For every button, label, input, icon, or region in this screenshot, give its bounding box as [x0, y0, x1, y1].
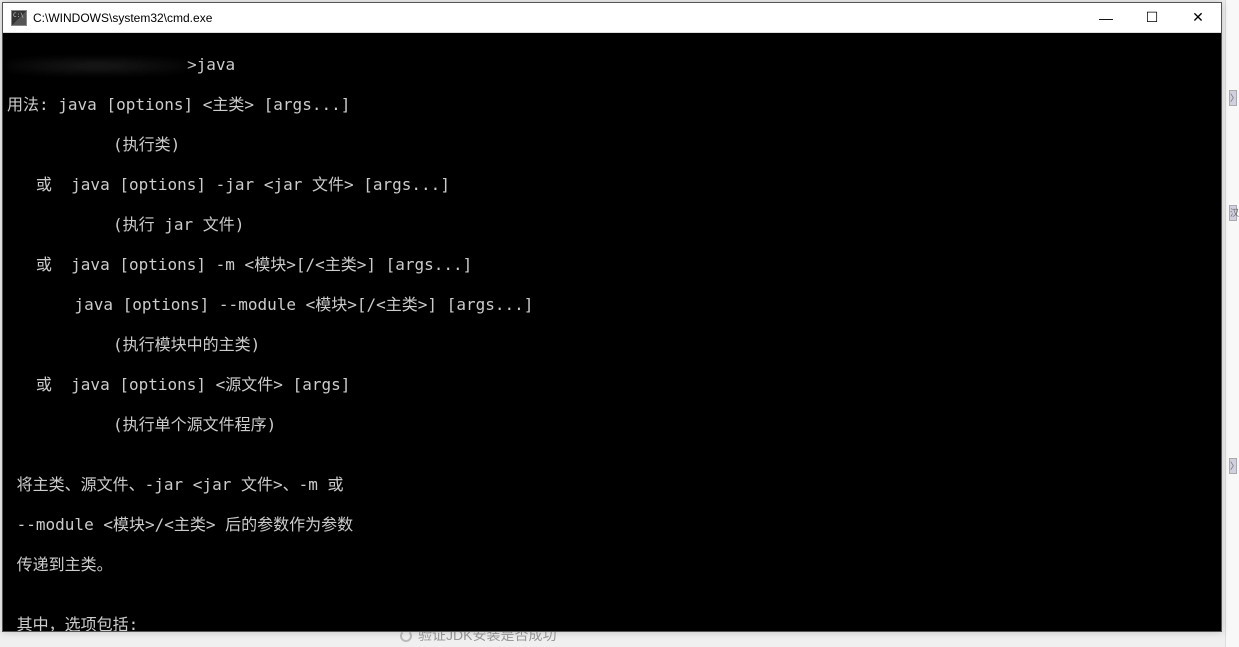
console-line: (执行 jar 文件)	[7, 215, 1217, 235]
edge-marker: 〉	[1229, 90, 1237, 106]
console-output[interactable]: >java 用法: java [options] <主类> [args...] …	[3, 33, 1221, 631]
close-button[interactable]: ✕	[1175, 3, 1221, 32]
window-title: C:\WINDOWS\system32\cmd.exe	[33, 11, 1083, 25]
console-line: (执行模块中的主类)	[7, 335, 1217, 355]
edge-marker: 〉	[1229, 458, 1237, 474]
background-right-edge: 〉 汉 〉	[1225, 0, 1239, 647]
console-line: java [options] --module <模块>[/<主类>] [arg…	[7, 295, 1217, 315]
console-line: 或 java [options] <源文件> [args]	[7, 375, 1217, 395]
console-line: 传递到主类。	[7, 555, 1217, 575]
redacted-path	[7, 57, 187, 75]
console-line: 或 java [options] -jar <jar 文件> [args...]	[7, 175, 1217, 195]
cmd-window: C:\WINDOWS\system32\cmd.exe — ☐ ✕ >java …	[2, 2, 1222, 632]
console-line: 用法: java [options] <主类> [args...]	[7, 95, 1217, 115]
window-controls: — ☐ ✕	[1083, 3, 1221, 32]
console-prompt-line: >java	[7, 55, 1217, 75]
console-line: (执行类)	[7, 135, 1217, 155]
spinner-icon	[400, 630, 412, 642]
console-line: 将主类、源文件、-jar <jar 文件>、-m 或	[7, 475, 1217, 495]
console-line: (执行单个源文件程序)	[7, 415, 1217, 435]
edge-marker: 汉	[1229, 205, 1237, 221]
titlebar[interactable]: C:\WINDOWS\system32\cmd.exe — ☐ ✕	[3, 3, 1221, 33]
cmd-icon	[11, 10, 27, 26]
console-line: 其中，选项包括:	[7, 615, 1217, 631]
maximize-button[interactable]: ☐	[1129, 3, 1175, 32]
console-line: --module <模块>/<主类> 后的参数作为参数	[7, 515, 1217, 535]
console-line: 或 java [options] -m <模块>[/<主类>] [args...…	[7, 255, 1217, 275]
minimize-button[interactable]: —	[1083, 3, 1129, 32]
